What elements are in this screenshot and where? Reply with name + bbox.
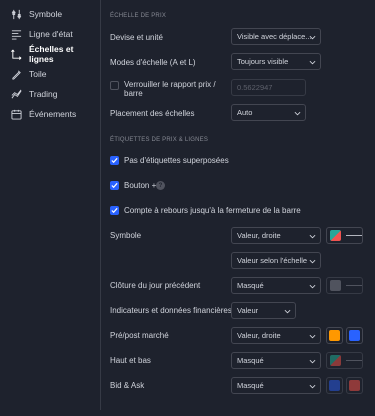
chevron-down-icon	[309, 259, 316, 264]
scale-placement-label: Placement des échelles	[110, 109, 195, 118]
bidask-label: Bid & Ask	[110, 381, 145, 390]
sidebar-item-status-line[interactable]: Ligne d'état	[0, 24, 100, 44]
price-scale-section-title: ÉCHELLE DE PRIX	[110, 13, 167, 19]
highlow-select[interactable]: Masqué	[231, 352, 321, 369]
sidebar-item-events[interactable]: Événements	[0, 104, 100, 124]
bid-color-picker[interactable]	[326, 377, 343, 394]
plus-button-label: Bouton +	[124, 181, 157, 190]
chevron-down-icon	[309, 60, 316, 65]
highlow-color-picker[interactable]	[326, 352, 363, 369]
symbol-select[interactable]: Valeur, droite	[231, 227, 321, 244]
sidebar-item-trading[interactable]: Trading	[0, 84, 100, 104]
scale-modes-label: Modes d'échelle (A et L)	[110, 58, 196, 67]
lock-ratio-checkbox[interactable]	[110, 81, 119, 90]
highlow-label: Haut et bas	[110, 356, 151, 365]
color-swatch	[329, 330, 340, 341]
countdown-checkbox[interactable]	[110, 206, 119, 215]
sidebar-item-canvas[interactable]: Toile	[0, 64, 100, 84]
color-swatch	[349, 330, 360, 341]
sidebar-item-label: Toile	[29, 69, 47, 79]
prev-close-color-swatch	[330, 280, 341, 291]
trading-icon	[11, 89, 22, 100]
sidebar-item-scales-lines[interactable]: Échelles et lignes	[0, 44, 100, 64]
scales-lines-icon	[11, 49, 22, 60]
checkmark-icon	[111, 207, 118, 214]
color-swatch	[349, 380, 360, 391]
chevron-down-icon	[309, 234, 316, 239]
symbol-scale-select[interactable]: Valeur selon l'échelle	[231, 252, 321, 269]
checkmark-icon	[111, 157, 118, 164]
bidask-select[interactable]: Masqué	[231, 377, 321, 394]
currency-unit-select[interactable]: Visible avec déplace...	[231, 28, 321, 45]
line-style-icon	[345, 235, 362, 236]
chevron-down-icon	[309, 384, 316, 389]
symbol-color-picker[interactable]	[326, 227, 363, 244]
chevron-down-icon	[294, 111, 301, 116]
ask-color-picker[interactable]	[346, 377, 363, 394]
scale-modes-select[interactable]: Toujours visible	[231, 53, 321, 70]
symbol-label: Symbole	[110, 231, 142, 240]
status-line-icon	[11, 29, 22, 40]
price-labels-section-title: ÉTIQUETTES DE PRIX & LIGNES	[110, 137, 209, 143]
prepost-select[interactable]: Valeur, droite	[231, 327, 321, 344]
symbol-settings-icon	[11, 9, 22, 20]
chevron-down-icon	[284, 309, 291, 314]
prepost-label: Pré/post marché	[110, 331, 169, 340]
indicators-select[interactable]: Valeur	[231, 302, 296, 319]
chevron-down-icon	[309, 334, 316, 339]
chevron-down-icon	[309, 284, 316, 289]
settings-content: ÉCHELLE DE PRIX Devise et unité Visible …	[110, 0, 370, 410]
sidebar-item-label: Événements	[29, 109, 77, 119]
sidebar-item-label: Symbole	[29, 9, 63, 19]
sidebar-item-label: Échelles et lignes	[29, 44, 74, 64]
plus-button-checkbox[interactable]	[110, 181, 119, 190]
indicators-label: Indicateurs et données financières	[110, 306, 232, 315]
highlow-color-swatch	[330, 355, 341, 366]
settings-sidebar: Symbole Ligne d'état Échelles et lignes …	[0, 0, 101, 410]
canvas-icon	[11, 69, 22, 80]
lock-ratio-label: Verrouiller le rapport prix / barre	[124, 80, 216, 98]
events-calendar-icon	[11, 109, 22, 120]
sidebar-item-label: Trading	[29, 89, 58, 99]
checkmark-icon	[111, 182, 118, 189]
prev-close-color-picker[interactable]	[326, 277, 363, 294]
currency-unit-label: Devise et unité	[110, 33, 163, 42]
color-swatch	[329, 380, 340, 391]
prepost-color-2-picker[interactable]	[346, 327, 363, 344]
symbol-color-swatch	[330, 230, 341, 241]
sidebar-item-label: Ligne d'état	[29, 29, 73, 39]
chevron-down-icon	[309, 35, 316, 40]
help-icon[interactable]: ?	[156, 181, 165, 190]
prev-close-label: Clôture du jour précédent	[110, 281, 201, 290]
lock-ratio-input[interactable]: 0.5622947	[231, 79, 306, 96]
prev-close-select[interactable]: Masqué	[231, 277, 321, 294]
sidebar-item-symbol[interactable]: Symbole	[0, 4, 100, 24]
scale-placement-select[interactable]: Auto	[231, 104, 306, 121]
countdown-label: Compte à rebours jusqu'à la fermeture de…	[124, 206, 301, 215]
line-style-icon	[345, 285, 362, 286]
no-overlap-checkbox[interactable]	[110, 156, 119, 165]
prepost-color-1-picker[interactable]	[326, 327, 343, 344]
chevron-down-icon	[309, 359, 316, 364]
line-style-icon	[345, 360, 362, 361]
no-overlap-label: Pas d'étiquettes superposées	[124, 156, 229, 165]
